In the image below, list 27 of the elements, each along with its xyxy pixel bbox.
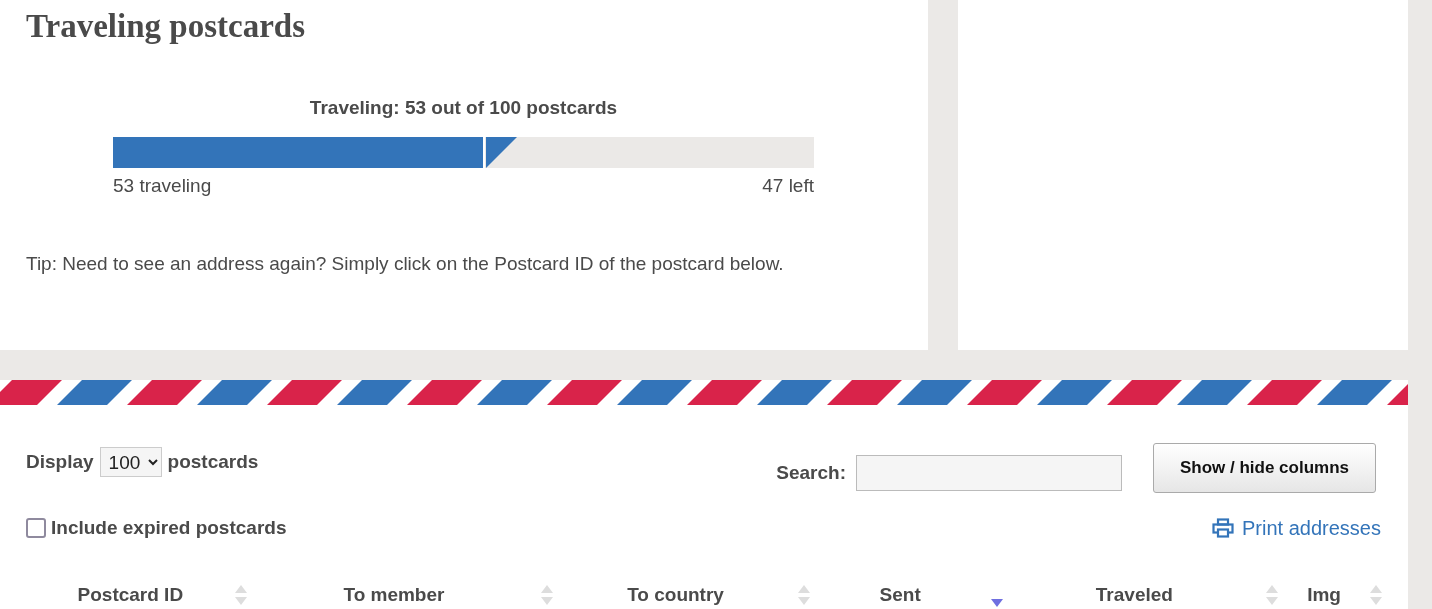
sort-icon[interactable] [1266, 584, 1279, 607]
column-header[interactable]: To country [553, 581, 798, 609]
progress-caption: Traveling: 53 out of 100 postcards [308, 96, 619, 120]
column-header[interactable]: Img [1278, 581, 1370, 609]
sort-icon[interactable] [1370, 584, 1382, 607]
sort-icon[interactable] [541, 584, 554, 607]
display-suffix: postcards [167, 449, 259, 474]
show-hide-columns-button[interactable]: Show / hide columns [1153, 443, 1376, 493]
printer-icon [1212, 518, 1235, 538]
search-label: Search: [776, 460, 846, 485]
tip-text: Tip: Need to see an address again? Simply click on the Postcard ID of the postcard below. [26, 252, 785, 276]
left-count: 47 left [762, 173, 814, 198]
display-label: Display [26, 449, 94, 474]
checkbox-label: Include expired postcards [51, 515, 287, 540]
column-header[interactable]: To member [246, 581, 542, 609]
print-addresses-link[interactable]: Print addresses [1212, 513, 1381, 543]
column-header[interactable]: Traveled [1002, 581, 1267, 609]
column-header[interactable]: Sent [809, 581, 991, 609]
sort-icon[interactable] [797, 584, 810, 607]
search-field[interactable] [856, 455, 1122, 491]
column-header[interactable]: Postcard ID [26, 581, 235, 609]
checkbox[interactable] [26, 518, 46, 538]
page-title: Traveling postcards [26, 7, 306, 46]
progress-tip-drawing [485, 136, 517, 168]
traveling-count: 53 traveling [113, 173, 212, 198]
page-size-select[interactable]: 100 [99, 447, 162, 477]
sort-icon[interactable] [234, 584, 247, 607]
